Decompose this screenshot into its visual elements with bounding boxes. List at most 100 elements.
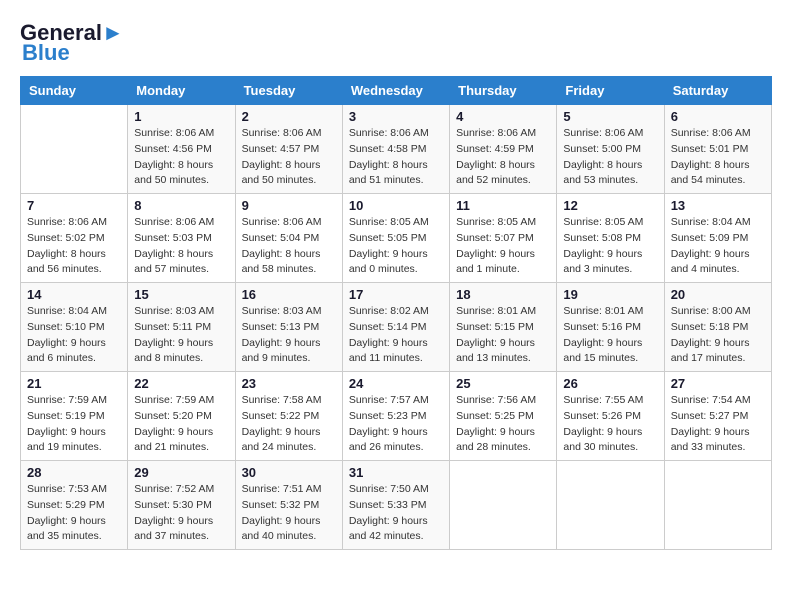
- day-header-tuesday: Tuesday: [235, 77, 342, 105]
- calendar-cell: [450, 461, 557, 550]
- calendar-week-5: 28 Sunrise: 7:53 AMSunset: 5:29 PMDayligh…: [21, 461, 772, 550]
- calendar-cell: 31Sunrise: 7:50 AMSunset: 5:33 PMDayligh…: [342, 461, 449, 550]
- calendar-cell: 11 Sunrise: 8:05 AMSunset: 5:07 PMDayligh…: [450, 194, 557, 283]
- calendar-cell: [557, 461, 664, 550]
- logo: General► Blue: [20, 20, 124, 66]
- calendar-cell: 12Sunrise: 8:05 AMSunset: 5:08 PMDayligh…: [557, 194, 664, 283]
- day-header-wednesday: Wednesday: [342, 77, 449, 105]
- day-number: 2: [242, 109, 336, 124]
- day-number: 25: [456, 376, 550, 391]
- day-number: 11: [456, 198, 550, 213]
- day-number: 24: [349, 376, 443, 391]
- calendar-week-3: 14 Sunrise: 8:04 AMSunset: 5:10 PMDayligh…: [21, 283, 772, 372]
- day-detail: Sunrise: 8:00 AMSunset: 5:18 PMDaylight:…: [671, 304, 765, 367]
- day-number: 7: [27, 198, 121, 213]
- calendar-body: 1 Sunrise: 8:06 AMSunset: 4:56 PMDaylight…: [21, 105, 772, 550]
- calendar-cell: 9 Sunrise: 8:06 AMSunset: 5:04 PMDaylight…: [235, 194, 342, 283]
- day-detail: Sunrise: 7:55 AMSunset: 5:26 PMDaylight:…: [563, 393, 657, 456]
- day-number: 22: [134, 376, 228, 391]
- calendar-table: SundayMondayTuesdayWednesdayThursdayFrid…: [20, 76, 772, 550]
- calendar-cell: 15Sunrise: 8:03 AMSunset: 5:11 PMDayligh…: [128, 283, 235, 372]
- day-number: 4: [456, 109, 550, 124]
- day-detail: Sunrise: 7:54 AMSunset: 5:27 PMDaylight:…: [671, 393, 765, 456]
- day-detail: Sunrise: 8:05 AMSunset: 5:07 PMDaylight:…: [456, 215, 550, 278]
- calendar-cell: 14 Sunrise: 8:04 AMSunset: 5:10 PMDayligh…: [21, 283, 128, 372]
- calendar-week-2: 7Sunrise: 8:06 AMSunset: 5:02 PMDaylight…: [21, 194, 772, 283]
- day-number: 6: [671, 109, 765, 124]
- calendar-cell: 21Sunrise: 7:59 AMSunset: 5:19 PMDayligh…: [21, 372, 128, 461]
- day-detail: Sunrise: 8:06 AMSunset: 5:01 PMDaylight:…: [671, 126, 765, 189]
- day-header-friday: Friday: [557, 77, 664, 105]
- day-detail: Sunrise: 8:06 AMSunset: 4:59 PMDaylight:…: [456, 126, 550, 189]
- day-detail: Sunrise: 7:59 AMSunset: 5:19 PMDaylight:…: [27, 393, 121, 456]
- day-number: 31: [349, 465, 443, 480]
- calendar-cell: 2 Sunrise: 8:06 AMSunset: 4:57 PMDaylight…: [235, 105, 342, 194]
- day-detail: Sunrise: 8:06 AMSunset: 5:00 PMDaylight:…: [563, 126, 657, 189]
- calendar-cell: 10Sunrise: 8:05 AMSunset: 5:05 PMDayligh…: [342, 194, 449, 283]
- calendar-cell: 24 Sunrise: 7:57 AMSunset: 5:23 PMDayligh…: [342, 372, 449, 461]
- day-header-monday: Monday: [128, 77, 235, 105]
- day-detail: Sunrise: 8:06 AMSunset: 5:04 PMDaylight:…: [242, 215, 336, 278]
- day-header-saturday: Saturday: [664, 77, 771, 105]
- calendar-cell: 1 Sunrise: 8:06 AMSunset: 4:56 PMDaylight…: [128, 105, 235, 194]
- day-number: 28: [27, 465, 121, 480]
- day-number: 1: [134, 109, 228, 124]
- calendar-header-row: SundayMondayTuesdayWednesdayThursdayFrid…: [21, 77, 772, 105]
- calendar-cell: 5 Sunrise: 8:06 AMSunset: 5:00 PMDaylight…: [557, 105, 664, 194]
- day-number: 20: [671, 287, 765, 302]
- calendar-cell: 30 Sunrise: 7:51 AMSunset: 5:32 PMDayligh…: [235, 461, 342, 550]
- day-number: 8: [134, 198, 228, 213]
- calendar-cell: 16 Sunrise: 8:03 AMSunset: 5:13 PMDayligh…: [235, 283, 342, 372]
- day-header-sunday: Sunday: [21, 77, 128, 105]
- calendar-cell: 19Sunrise: 8:01 AMSunset: 5:16 PMDayligh…: [557, 283, 664, 372]
- day-detail: Sunrise: 8:06 AMSunset: 4:56 PMDaylight:…: [134, 126, 228, 189]
- day-detail: Sunrise: 8:06 AMSunset: 4:57 PMDaylight:…: [242, 126, 336, 189]
- day-number: 30: [242, 465, 336, 480]
- calendar-cell: 18 Sunrise: 8:01 AMSunset: 5:15 PMDayligh…: [450, 283, 557, 372]
- calendar-cell: 20 Sunrise: 8:00 AMSunset: 5:18 PMDayligh…: [664, 283, 771, 372]
- calendar-cell: 8 Sunrise: 8:06 AMSunset: 5:03 PMDaylight…: [128, 194, 235, 283]
- calendar-cell: 7Sunrise: 8:06 AMSunset: 5:02 PMDaylight…: [21, 194, 128, 283]
- calendar-cell: 22 Sunrise: 7:59 AMSunset: 5:20 PMDayligh…: [128, 372, 235, 461]
- day-number: 5: [563, 109, 657, 124]
- day-detail: Sunrise: 8:04 AMSunset: 5:09 PMDaylight:…: [671, 215, 765, 278]
- day-number: 26: [563, 376, 657, 391]
- day-number: 29: [134, 465, 228, 480]
- day-detail: Sunrise: 8:06 AMSunset: 5:03 PMDaylight:…: [134, 215, 228, 278]
- day-detail: Sunrise: 7:52 AMSunset: 5:30 PMDaylight:…: [134, 482, 228, 545]
- day-number: 18: [456, 287, 550, 302]
- day-detail: Sunrise: 8:03 AMSunset: 5:13 PMDaylight:…: [242, 304, 336, 367]
- day-header-thursday: Thursday: [450, 77, 557, 105]
- calendar-cell: [664, 461, 771, 550]
- day-detail: Sunrise: 7:56 AMSunset: 5:25 PMDaylight:…: [456, 393, 550, 456]
- header: General► Blue: [20, 20, 772, 66]
- day-number: 13: [671, 198, 765, 213]
- calendar-cell: 25 Sunrise: 7:56 AMSunset: 5:25 PMDayligh…: [450, 372, 557, 461]
- day-number: 19: [563, 287, 657, 302]
- calendar-cell: 28 Sunrise: 7:53 AMSunset: 5:29 PMDayligh…: [21, 461, 128, 550]
- day-number: 9: [242, 198, 336, 213]
- calendar-cell: 6 Sunrise: 8:06 AMSunset: 5:01 PMDaylight…: [664, 105, 771, 194]
- day-detail: Sunrise: 8:04 AMSunset: 5:10 PMDaylight:…: [27, 304, 121, 367]
- calendar-cell: [21, 105, 128, 194]
- calendar-cell: 3Sunrise: 8:06 AMSunset: 4:58 PMDaylight…: [342, 105, 449, 194]
- day-detail: Sunrise: 8:03 AMSunset: 5:11 PMDaylight:…: [134, 304, 228, 367]
- day-detail: Sunrise: 8:02 AMSunset: 5:14 PMDaylight:…: [349, 304, 443, 367]
- day-number: 16: [242, 287, 336, 302]
- day-detail: Sunrise: 7:57 AMSunset: 5:23 PMDaylight:…: [349, 393, 443, 456]
- calendar-week-4: 21Sunrise: 7:59 AMSunset: 5:19 PMDayligh…: [21, 372, 772, 461]
- day-number: 14: [27, 287, 121, 302]
- calendar-cell: 23Sunrise: 7:58 AMSunset: 5:22 PMDayligh…: [235, 372, 342, 461]
- day-detail: Sunrise: 8:05 AMSunset: 5:05 PMDaylight:…: [349, 215, 443, 278]
- day-number: 23: [242, 376, 336, 391]
- calendar-cell: 13 Sunrise: 8:04 AMSunset: 5:09 PMDayligh…: [664, 194, 771, 283]
- calendar-cell: 27Sunrise: 7:54 AMSunset: 5:27 PMDayligh…: [664, 372, 771, 461]
- calendar-cell: 26 Sunrise: 7:55 AMSunset: 5:26 PMDayligh…: [557, 372, 664, 461]
- calendar-cell: 17Sunrise: 8:02 AMSunset: 5:14 PMDayligh…: [342, 283, 449, 372]
- day-number: 12: [563, 198, 657, 213]
- day-detail: Sunrise: 8:01 AMSunset: 5:15 PMDaylight:…: [456, 304, 550, 367]
- calendar-cell: 4 Sunrise: 8:06 AMSunset: 4:59 PMDaylight…: [450, 105, 557, 194]
- day-detail: Sunrise: 7:53 AMSunset: 5:29 PMDaylight:…: [27, 482, 121, 545]
- day-detail: Sunrise: 7:59 AMSunset: 5:20 PMDaylight:…: [134, 393, 228, 456]
- day-detail: Sunrise: 7:51 AMSunset: 5:32 PMDaylight:…: [242, 482, 336, 545]
